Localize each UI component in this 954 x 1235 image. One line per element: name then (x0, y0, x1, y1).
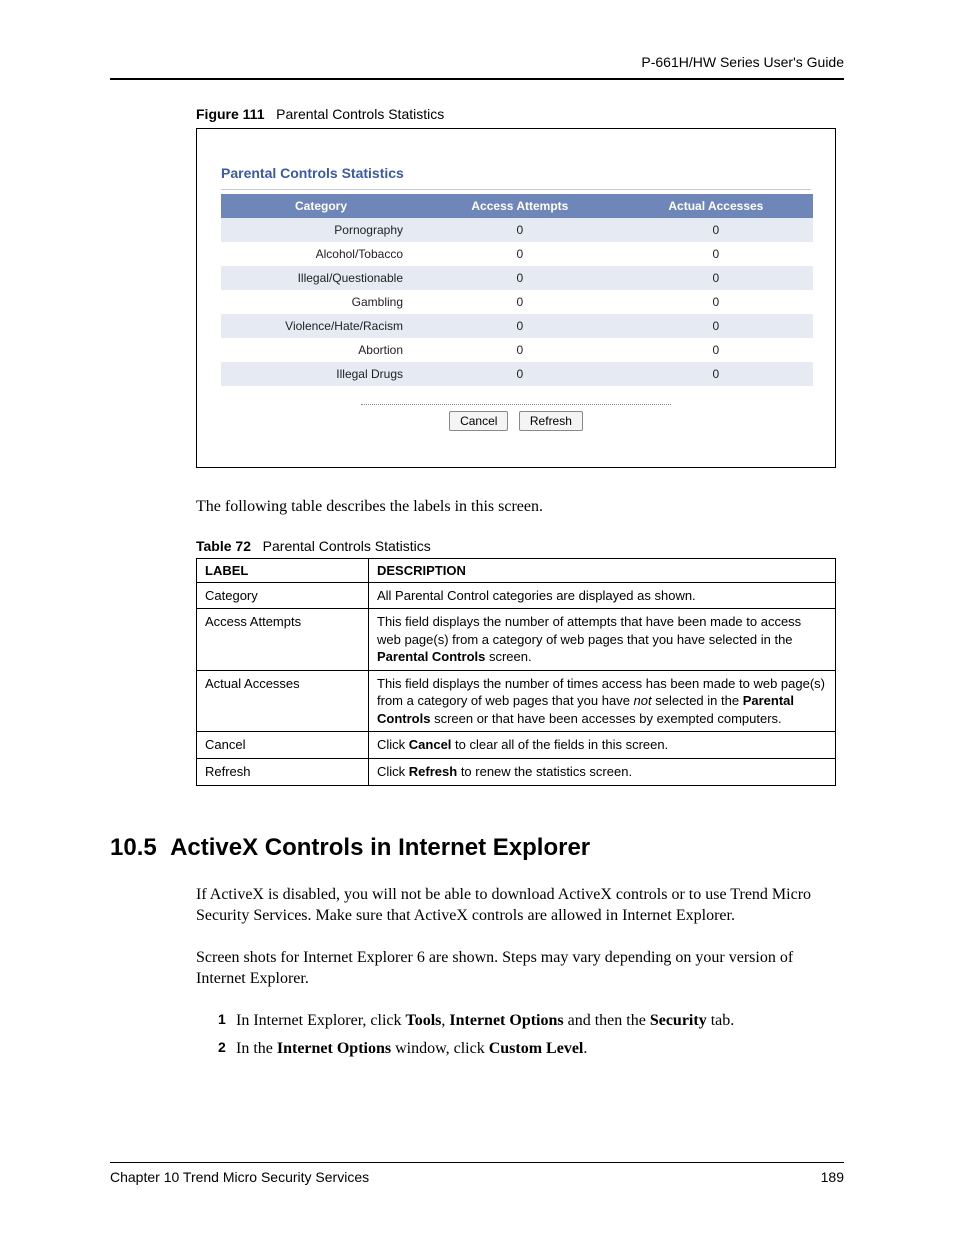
desc-header-description: DESCRIPTION (369, 558, 836, 582)
step-number: 1 (218, 1010, 226, 1030)
table-row: Pornography 0 0 (221, 218, 813, 242)
table-row: Refresh Click Refresh to renew the stati… (197, 758, 836, 785)
section-heading: 10.5 ActiveX Controls in Internet Explor… (110, 834, 844, 862)
desc-text: Click Cancel to clear all of the fields … (369, 732, 836, 759)
cell-attempts: 0 (421, 266, 619, 290)
cell-accesses: 0 (619, 338, 813, 362)
list-item: 2 In the Internet Options window, click … (218, 1038, 844, 1060)
refresh-button[interactable]: Refresh (519, 411, 583, 431)
cell-accesses: 0 (619, 242, 813, 266)
table-row: Abortion 0 0 (221, 338, 813, 362)
footer-rule (110, 1162, 844, 1163)
table-row: Illegal Drugs 0 0 (221, 362, 813, 386)
cell-category: Pornography (221, 218, 421, 242)
table-caption: Table 72 Parental Controls Statistics (196, 538, 844, 554)
table-row: Violence/Hate/Racism 0 0 (221, 314, 813, 338)
stats-panel-title: Parental Controls Statistics (197, 165, 835, 189)
desc-label: Actual Accesses (197, 670, 369, 732)
table-row: Gambling 0 0 (221, 290, 813, 314)
table-row: Category All Parental Control categories… (197, 582, 836, 609)
cell-category: Alcohol/Tobacco (221, 242, 421, 266)
cell-accesses: 0 (619, 290, 813, 314)
step-number: 2 (218, 1038, 226, 1058)
desc-label: Category (197, 582, 369, 609)
cell-attempts: 0 (421, 362, 619, 386)
table-number: Table 72 (196, 538, 251, 554)
statistics-panel: Parental Controls Statistics Category Ac… (196, 128, 836, 468)
dotted-divider (361, 404, 671, 405)
cell-attempts: 0 (421, 314, 619, 338)
figure-title: Parental Controls Statistics (276, 106, 444, 122)
table-row: Alcohol/Tobacco 0 0 (221, 242, 813, 266)
col-header-attempts: Access Attempts (421, 194, 619, 218)
stats-panel-divider (221, 189, 811, 190)
section-para-2: Screen shots for Internet Explorer 6 are… (196, 947, 844, 990)
cell-category: Violence/Hate/Racism (221, 314, 421, 338)
footer-page-number: 189 (821, 1169, 844, 1185)
cell-accesses: 0 (619, 314, 813, 338)
section-title: ActiveX Controls in Internet Explorer (170, 834, 590, 861)
desc-label: Access Attempts (197, 609, 369, 671)
cell-accesses: 0 (619, 266, 813, 290)
desc-text: This field displays the number of times … (369, 670, 836, 732)
table-title: Parental Controls Statistics (263, 538, 431, 554)
steps-list: 1 In Internet Explorer, click Tools, Int… (218, 1010, 844, 1061)
cell-category: Illegal/Questionable (221, 266, 421, 290)
header-guide-title: P-661H/HW Series User's Guide (110, 54, 844, 70)
intro-paragraph: The following table describes the labels… (196, 496, 844, 518)
desc-label: Refresh (197, 758, 369, 785)
desc-header-label: LABEL (197, 558, 369, 582)
col-header-accesses: Actual Accesses (619, 194, 813, 218)
desc-text: Click Refresh to renew the statistics sc… (369, 758, 836, 785)
cancel-button[interactable]: Cancel (449, 411, 508, 431)
table-row: Actual Accesses This field displays the … (197, 670, 836, 732)
desc-text: This field displays the number of attemp… (369, 609, 836, 671)
desc-text: All Parental Control categories are disp… (369, 582, 836, 609)
cell-attempts: 0 (421, 338, 619, 362)
cell-attempts: 0 (421, 218, 619, 242)
desc-label: Cancel (197, 732, 369, 759)
figure-number: Figure 111 (196, 106, 264, 122)
section-para-1: If ActiveX is disabled, you will not be … (196, 884, 844, 927)
stats-table: Category Access Attempts Actual Accesses… (221, 194, 813, 386)
cell-category: Illegal Drugs (221, 362, 421, 386)
figure-caption: Figure 111 Parental Controls Statistics (196, 106, 844, 122)
footer-chapter: Chapter 10 Trend Micro Security Services (110, 1169, 369, 1185)
section-number: 10.5 (110, 834, 157, 861)
cell-accesses: 0 (619, 362, 813, 386)
description-table: LABEL DESCRIPTION Category All Parental … (196, 558, 836, 786)
cell-category: Gambling (221, 290, 421, 314)
button-row: Cancel Refresh (197, 411, 835, 431)
list-item: 1 In Internet Explorer, click Tools, Int… (218, 1010, 844, 1032)
header-rule (110, 78, 844, 80)
cell-accesses: 0 (619, 218, 813, 242)
table-row: Cancel Click Cancel to clear all of the … (197, 732, 836, 759)
col-header-category: Category (221, 194, 421, 218)
table-row: Illegal/Questionable 0 0 (221, 266, 813, 290)
cell-category: Abortion (221, 338, 421, 362)
table-row: Access Attempts This field displays the … (197, 609, 836, 671)
page-footer: Chapter 10 Trend Micro Security Services… (110, 1162, 844, 1185)
cell-attempts: 0 (421, 290, 619, 314)
cell-attempts: 0 (421, 242, 619, 266)
